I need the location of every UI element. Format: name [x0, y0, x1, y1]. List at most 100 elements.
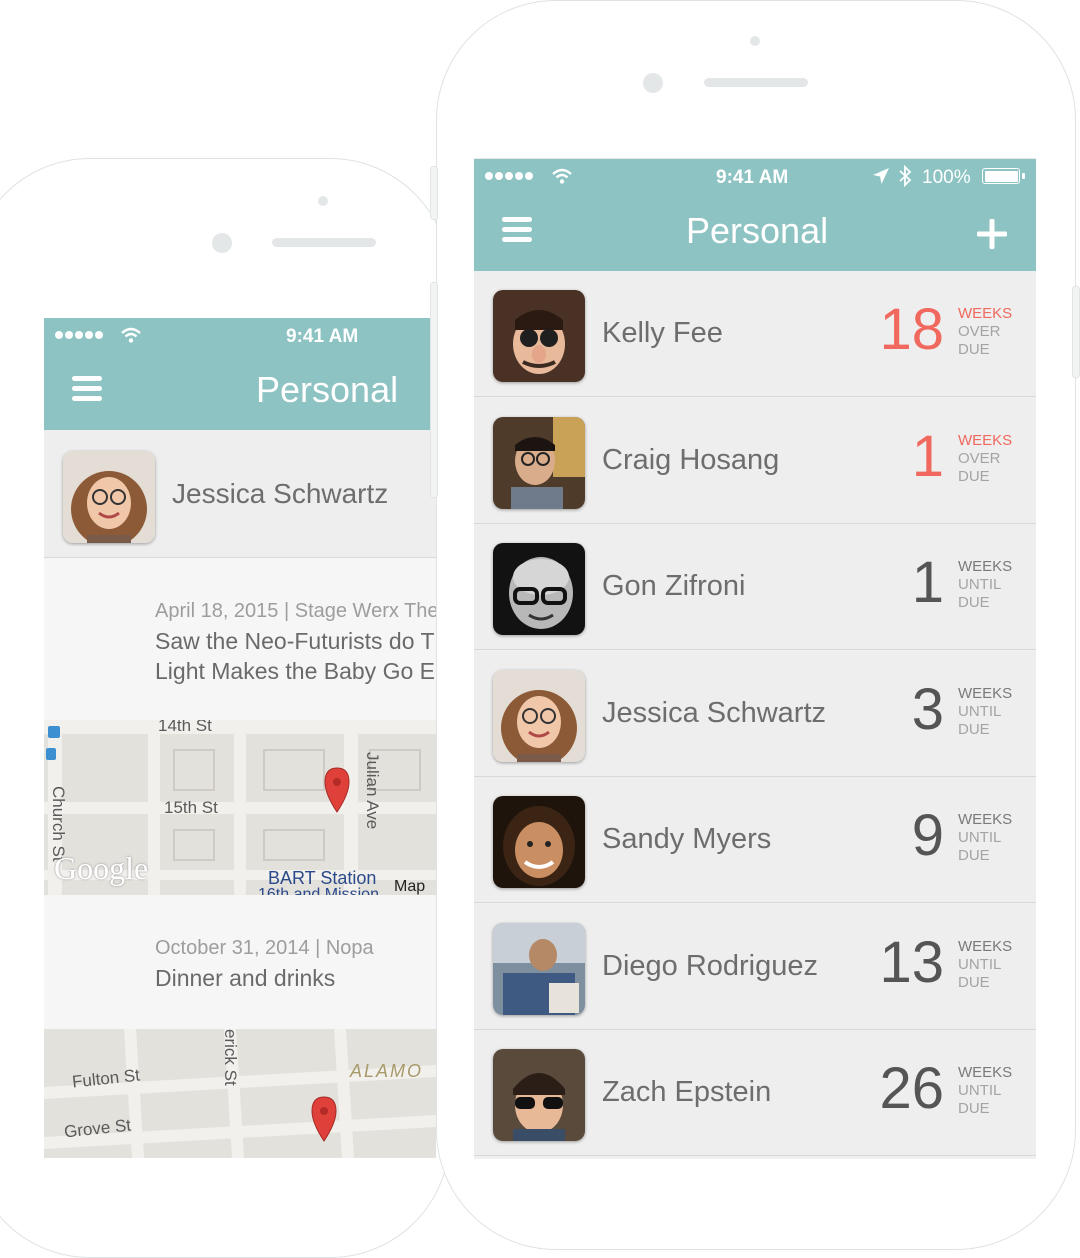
hamburger-menu-icon[interactable] [502, 217, 532, 247]
signal-dots-icon [55, 331, 103, 339]
entry-description: Light Makes the Baby Go E [155, 658, 435, 684]
due-status-label: WEEKS OVER DUE [958, 305, 1012, 359]
unit-weeks: WEEKS [958, 684, 1013, 702]
unit-due: DUE [958, 1100, 990, 1117]
contact-header[interactable]: Jessica Schwartz [44, 430, 436, 558]
contact-name: Jessica Schwartz [602, 696, 827, 729]
map-link[interactable]: Map [394, 878, 425, 895]
due-status-label: WEEKS OVER DUE [958, 432, 1012, 486]
google-logo: Google [54, 850, 149, 886]
unit-due: DUE [958, 594, 990, 611]
unit-weeks: WEEKS [958, 937, 1013, 955]
avatar [493, 922, 585, 1015]
status-time: 9:41 AM [716, 167, 789, 188]
weeks-count: 1 [911, 423, 944, 489]
earpiece-speaker [272, 238, 376, 247]
timeline-entry[interactable]: October 31, 2014 | Nopa Dinner and drink… [44, 895, 436, 1030]
unit-relation: UNTIL [958, 702, 1002, 720]
power-button [1072, 286, 1080, 378]
unit-due: DUE [958, 720, 990, 738]
avatar [493, 543, 585, 635]
contact-name: Jessica Schwartz [172, 478, 389, 509]
contact-row[interactable]: Gon Zifroni 1 WEEKS UNTIL DUE [474, 524, 1036, 650]
contact-name: Zach Epstein [602, 1076, 772, 1108]
weeks-count: 26 [879, 1056, 944, 1121]
map-view[interactable]: 14th St 15th St Church St Julian Ave BAR… [44, 720, 436, 895]
camera-dot [318, 196, 328, 206]
unit-relation: OVER [958, 449, 1001, 467]
unit-weeks: WEEKS [958, 558, 1013, 575]
contact-row[interactable]: Craig Hosang 1 WEEKS OVER DUE [474, 397, 1036, 524]
unit-due: DUE [958, 341, 990, 358]
nav-bar: 9:41 AM Personal [44, 318, 436, 430]
avatar [493, 669, 585, 762]
unit-due: DUE [958, 847, 990, 864]
entry-description: Dinner and drinks [155, 965, 336, 991]
place-label: 16th and Mission [258, 886, 379, 895]
street-label: 15th St [164, 798, 218, 817]
street-label: erick St [221, 1029, 240, 1086]
entry-description: Saw the Neo-Futurists do T [155, 628, 435, 654]
status-bar: 9:41 AM 100% [474, 159, 1036, 195]
contact-row[interactable]: Diego Rodriguez 13 WEEKS UNTIL DUE [474, 903, 1036, 1030]
front-phone-screen: 9:41 AM 100% Personal Kelly Fee 18 WEEKS OV… [474, 158, 1036, 1159]
weeks-count: 1 [911, 550, 944, 615]
due-status-label: WEEKS UNTIL DUE [958, 685, 1012, 739]
unit-relation: OVER [958, 323, 1001, 340]
contact-row[interactable]: Kelly Fee 18 WEEKS OVER DUE [474, 271, 1036, 397]
wifi-icon [121, 327, 141, 343]
due-status-label: WEEKS UNTIL DUE [958, 1064, 1012, 1118]
avatar [63, 451, 155, 543]
street-label: Julian Ave [363, 752, 382, 830]
unit-relation: UNTIL [958, 576, 1002, 593]
battery-percent: 100% [922, 167, 971, 188]
unit-weeks: WEEKS [958, 305, 1013, 322]
volume-button [430, 166, 438, 220]
wifi-icon [552, 168, 572, 184]
unit-due: DUE [958, 973, 990, 991]
avatar [493, 1049, 585, 1141]
page-title: Personal [256, 369, 399, 410]
front-camera [643, 73, 663, 93]
weeks-count: 9 [911, 803, 944, 868]
avatar [493, 290, 585, 382]
map-view[interactable]: Fulton St Grove St erick St ALAMO [44, 1029, 436, 1158]
contact-row[interactable]: Zach Epstein 26 WEEKS UNTIL DUE [474, 1030, 1036, 1156]
unit-relation: UNTIL [958, 955, 1002, 973]
unit-weeks: WEEKS [958, 811, 1013, 828]
location-arrow-icon [873, 168, 889, 184]
contact-name: Craig Hosang [602, 443, 780, 476]
map-streets [44, 1029, 436, 1158]
district-label: ALAMO [350, 1061, 424, 1081]
due-status-label: WEEKS UNTIL DUE [958, 558, 1012, 612]
contact-row[interactable]: Sandy Myers 9 WEEKS UNTIL DUE [474, 777, 1036, 903]
weeks-count: 13 [879, 929, 944, 995]
unit-due: DUE [958, 467, 990, 485]
unit-weeks: WEEKS [958, 1064, 1013, 1081]
due-status-label: WEEKS UNTIL DUE [958, 811, 1012, 865]
battery-tip [1022, 173, 1025, 179]
entry-date: October 31, 2014 | Nopa [155, 937, 374, 959]
timeline-entry[interactable]: April 18, 2015 | Stage Werx The Saw the … [44, 558, 436, 721]
entry-date: April 18, 2015 | Stage Werx The [155, 600, 436, 622]
contact-name: Gon Zifroni [602, 570, 746, 602]
contact-row[interactable]: Jessica Schwartz 3 WEEKS UNTIL DUE [474, 650, 1036, 777]
unit-relation: UNTIL [958, 1082, 1002, 1099]
camera-dot [750, 36, 760, 46]
bluetooth-icon [899, 165, 912, 187]
plus-icon[interactable] [977, 219, 1007, 249]
status-bar: 9:41 AM [44, 318, 436, 354]
weeks-count: 18 [879, 297, 944, 362]
back-phone-screen: 9:41 AM Personal Jessica Schwartz April … [44, 318, 436, 1158]
unit-relation: UNTIL [958, 829, 1002, 846]
contact-name: Kelly Fee [602, 317, 723, 349]
hamburger-menu-icon[interactable] [72, 376, 102, 406]
status-time: 9:41 AM [286, 326, 359, 347]
avatar [493, 416, 585, 509]
contact-name: Sandy Myers [602, 823, 772, 855]
page-title: Personal [686, 210, 829, 251]
contact-name: Diego Rodriguez [602, 949, 819, 982]
volume-button [430, 282, 438, 498]
nav-bar: 9:41 AM 100% Personal [474, 159, 1036, 271]
avatar [493, 796, 585, 888]
